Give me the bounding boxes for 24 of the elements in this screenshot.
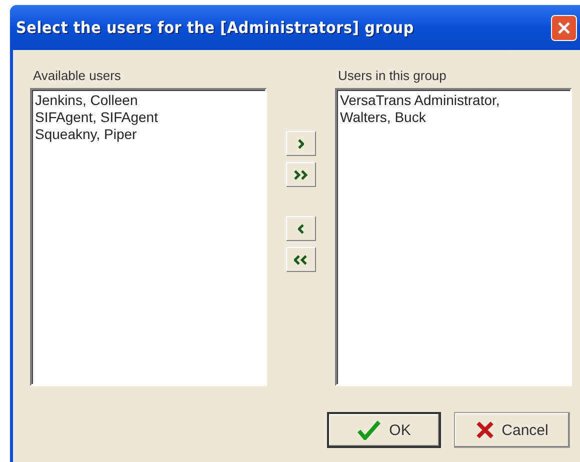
- user-list-item[interactable]: SIFAgent, SIFAgent: [35, 109, 262, 126]
- right-double-chevron-icon: [294, 168, 308, 180]
- right-chevron-icon: [298, 138, 304, 150]
- user-list-item[interactable]: VersaTrans Administrator,: [340, 92, 567, 109]
- left-double-chevron-icon: [294, 254, 308, 266]
- close-icon: [557, 20, 571, 34]
- list-label: Available users: [33, 68, 122, 83]
- x-icon: [476, 421, 494, 439]
- ok-button[interactable]: OK: [327, 412, 441, 448]
- user-list-item[interactable]: Jenkins, Colleen: [35, 92, 262, 109]
- close-button[interactable]: [551, 14, 577, 40]
- move-button[interactable]: [286, 162, 316, 187]
- move-button[interactable]: [286, 247, 316, 272]
- left-chevron-icon: [298, 222, 304, 234]
- user-list-item[interactable]: Walters, Buck: [340, 109, 567, 126]
- group-users-list[interactable]: VersaTrans Administrator, Walters, Buck: [335, 88, 572, 386]
- checkmark-icon: [357, 420, 382, 440]
- available-users-list[interactable]: Jenkins, Colleen SIFAgent, SIFAgent Squeakny, Piper: [30, 88, 267, 386]
- list-label: Users in this group: [338, 68, 448, 83]
- cancel-button[interactable]: Cancel: [454, 412, 570, 448]
- user-list-item[interactable]: Squeakny, Piper: [35, 126, 262, 143]
- move-button[interactable]: [286, 131, 316, 156]
- move-button[interactable]: [286, 216, 316, 241]
- window-title: Select the users for the [Administrators] group: [16, 18, 414, 37]
